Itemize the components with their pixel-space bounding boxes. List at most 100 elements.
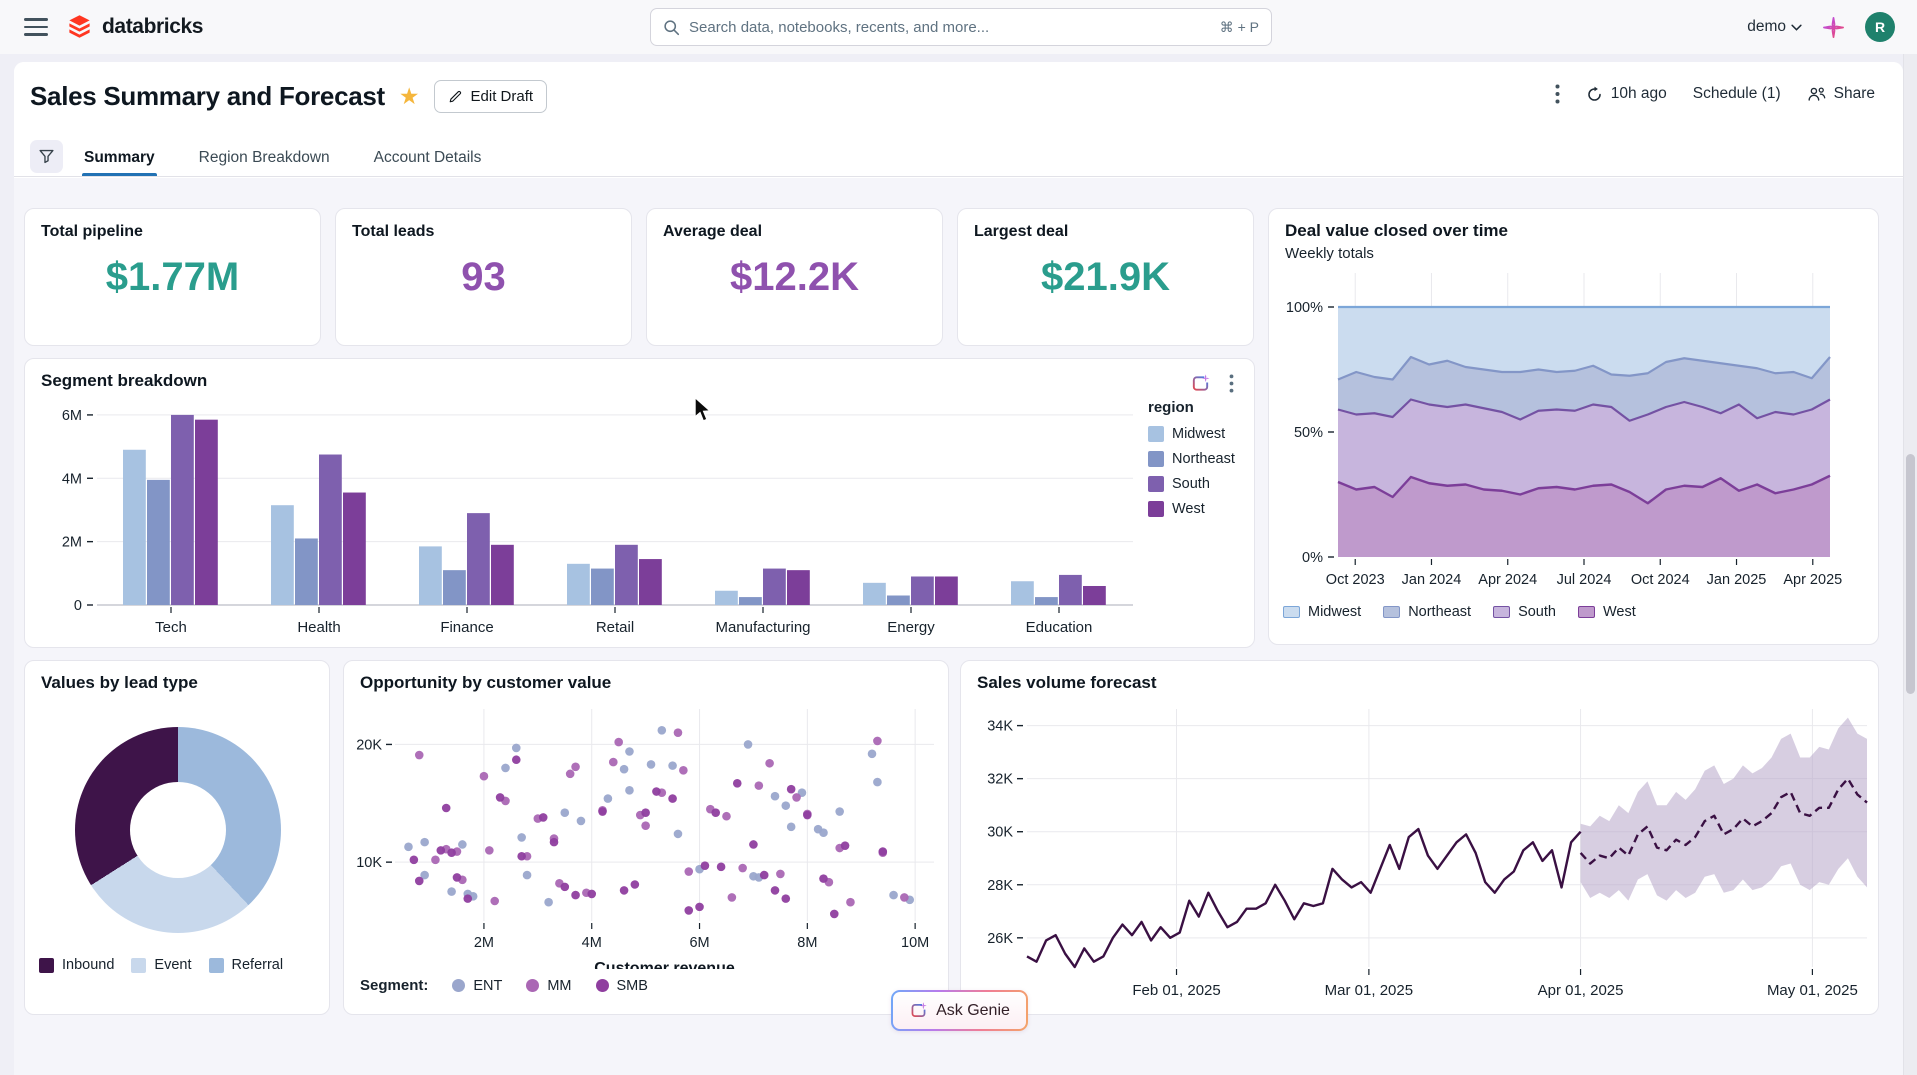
legend-item[interactable]: Event: [131, 957, 191, 973]
legend-label: Northeast: [1172, 451, 1235, 467]
legend-label: West: [1172, 501, 1205, 517]
kpi-label: Average deal: [663, 223, 762, 241]
svg-text:2M: 2M: [62, 535, 82, 551]
opportunity-scatter-card: Opportunity by customer value 2M4M6M8M10…: [343, 660, 949, 1015]
tab-account-details[interactable]: Account Details: [372, 140, 484, 176]
legend-label: South: [1518, 604, 1556, 620]
svg-text:Apr 2024: Apr 2024: [1478, 572, 1537, 588]
kpi-value: $12.2K: [647, 255, 942, 300]
legend-item[interactable]: Northeast: [1383, 604, 1471, 620]
svg-text:Mar 01, 2025: Mar 01, 2025: [1325, 982, 1413, 999]
svg-text:Feb 01, 2025: Feb 01, 2025: [1132, 982, 1220, 999]
legend-swatch: [1283, 606, 1300, 618]
svg-text:4M: 4M: [62, 471, 82, 487]
deal-value-area-chart[interactable]: Oct 2023Jan 2024Apr 2024Jul 2024Oct 2024…: [1274, 267, 1874, 597]
filter-funnel-icon: [38, 148, 55, 165]
genie-export-icon[interactable]: [1190, 373, 1211, 394]
share-label: Share: [1834, 85, 1875, 103]
legend-item[interactable]: SMB: [596, 978, 648, 994]
scrollbar-thumb[interactable]: [1906, 454, 1915, 694]
pencil-icon: [448, 89, 463, 104]
kpi-label: Total pipeline: [41, 223, 143, 241]
sales-forecast-line-chart[interactable]: 26K28K30K32K34KFeb 01, 2025Mar 01, 2025A…: [969, 701, 1874, 1011]
svg-text:34K: 34K: [987, 719, 1013, 735]
legend-label: West: [1603, 604, 1636, 620]
tab-region-breakdown[interactable]: Region Breakdown: [197, 140, 332, 176]
global-search-input[interactable]: Search data, notebooks, recents, and mor…: [650, 8, 1272, 46]
edit-draft-label: Edit Draft: [471, 88, 534, 105]
legend-item[interactable]: South: [1148, 476, 1235, 492]
assistant-sparkle-icon[interactable]: [1822, 16, 1845, 39]
vertical-scrollbar[interactable]: [1903, 54, 1917, 1075]
refresh-icon: [1586, 86, 1603, 103]
svg-text:8M: 8M: [797, 935, 817, 951]
last-refresh-label: 10h ago: [1611, 85, 1667, 103]
databricks-logo[interactable]: databricks: [66, 13, 203, 40]
lead-type-donut-chart[interactable]: [75, 727, 281, 933]
lead-type-donut-card: Values by lead type Inbound Event Referr…: [24, 660, 330, 1015]
svg-text:0: 0: [74, 598, 82, 614]
legend-swatch: [1148, 426, 1164, 442]
schedule-button[interactable]: Schedule (1): [1693, 85, 1781, 103]
svg-text:Jul 2024: Jul 2024: [1557, 572, 1612, 588]
kpi-card-total-pipeline: Total pipeline $1.77M: [24, 208, 321, 346]
chart-title: Values by lead type: [41, 673, 198, 693]
search-placeholder: Search data, notebooks, recents, and mor…: [689, 19, 1211, 36]
svg-text:10M: 10M: [901, 935, 929, 951]
kebab-menu-icon[interactable]: [1555, 84, 1560, 104]
main-panel: Sales Summary and Forecast ★ Edit Draft …: [14, 62, 1903, 1075]
legend-item[interactable]: West: [1148, 501, 1235, 517]
legend-item[interactable]: Northeast: [1148, 451, 1235, 467]
svg-text:Jan 2024: Jan 2024: [1402, 572, 1462, 588]
kpi-card-largest-deal: Largest deal $21.9K: [957, 208, 1254, 346]
donut-legend: Inbound Event Referral: [39, 957, 283, 973]
legend-swatch: [452, 979, 465, 992]
legend-item[interactable]: MM: [526, 978, 571, 994]
kpi-value: $21.9K: [958, 255, 1253, 300]
legend-label: ENT: [473, 978, 502, 994]
user-avatar[interactable]: R: [1865, 12, 1895, 42]
kpi-value: 93: [336, 255, 631, 300]
opportunity-scatter-chart[interactable]: 2M4M6M8M10M10K20KCustomer revenue: [349, 703, 945, 969]
refresh-button[interactable]: 10h ago: [1586, 85, 1667, 103]
card-kebab-icon[interactable]: [1229, 374, 1234, 393]
legend-item[interactable]: Inbound: [39, 957, 114, 973]
workspace-dropdown[interactable]: demo: [1747, 18, 1802, 36]
legend-title: region: [1148, 399, 1235, 416]
ask-genie-button[interactable]: Ask Genie: [891, 990, 1028, 1031]
favorite-star-icon[interactable]: ★: [399, 85, 420, 108]
legend-label: SMB: [617, 978, 648, 994]
legend-swatch: [1578, 606, 1595, 618]
edit-draft-button[interactable]: Edit Draft: [434, 80, 548, 113]
svg-text:Apr 2025: Apr 2025: [1783, 572, 1842, 588]
donut-hole: [130, 782, 226, 878]
svg-text:20K: 20K: [356, 737, 382, 753]
filter-button[interactable]: [30, 140, 63, 173]
search-shortcut: ⌘ + P: [1220, 19, 1259, 36]
svg-text:100%: 100%: [1286, 300, 1323, 316]
legend-label: Midwest: [1308, 604, 1361, 620]
chart-title: Segment breakdown: [41, 371, 207, 391]
deal-value-over-time-card: Deal value closed over time Weekly total…: [1268, 208, 1879, 645]
schedule-label: Schedule (1): [1693, 85, 1781, 103]
legend-item[interactable]: West: [1578, 604, 1636, 620]
legend-item[interactable]: Referral: [209, 957, 284, 973]
svg-text:Retail: Retail: [596, 619, 634, 636]
tab-summary[interactable]: Summary: [82, 140, 157, 176]
svg-text:Energy: Energy: [887, 619, 935, 636]
share-button[interactable]: Share: [1807, 85, 1875, 103]
legend-item[interactable]: ENT: [452, 978, 502, 994]
legend-item[interactable]: Midwest: [1148, 426, 1235, 442]
chart-title: Opportunity by customer value: [360, 673, 611, 693]
segment-breakdown-bar-chart[interactable]: 02M4M6MTechHealthFinanceRetailManufactur…: [33, 393, 1173, 645]
svg-text:10K: 10K: [356, 855, 382, 871]
chart-title: Sales volume forecast: [977, 673, 1157, 693]
svg-text:50%: 50%: [1294, 425, 1323, 441]
hamburger-menu-icon[interactable]: [24, 15, 48, 39]
chart-subtitle: Weekly totals: [1285, 245, 1374, 262]
svg-text:0%: 0%: [1302, 550, 1323, 566]
legend-item[interactable]: Midwest: [1283, 604, 1361, 620]
chart-title: Deal value closed over time: [1285, 221, 1508, 241]
legend-item[interactable]: South: [1493, 604, 1556, 620]
kpi-label: Largest deal: [974, 223, 1068, 241]
